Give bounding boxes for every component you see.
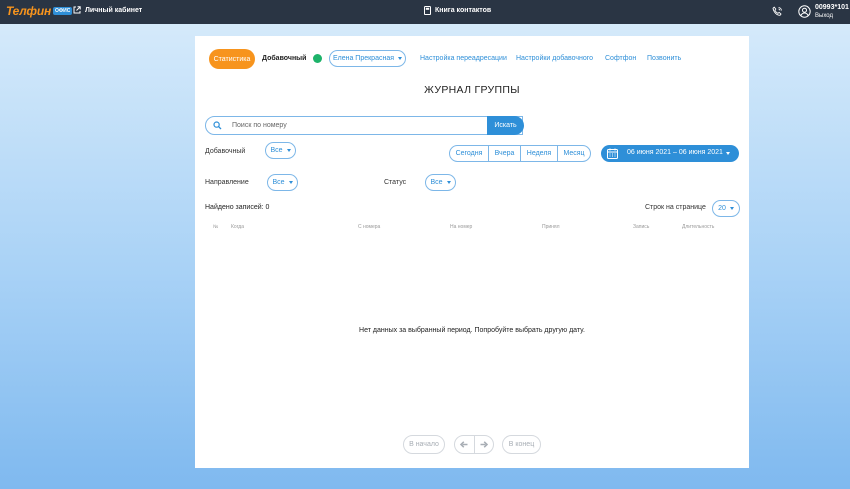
table-header-when: Когда [231, 224, 244, 230]
extension-nav-label: Добавочный [262, 55, 307, 62]
direction-filter-value: Все [272, 179, 285, 186]
tab-statistics[interactable]: Статистика [209, 49, 255, 69]
telfin-logo[interactable]: Телфин ОФИС [6, 4, 73, 18]
main-card: Статистика Добавочный Елена Прекрасная Н… [195, 36, 749, 468]
extension-filter-select[interactable]: Все [265, 142, 296, 159]
chevron-down-icon [286, 149, 291, 152]
direction-filter-label: Направление [205, 179, 249, 186]
chevron-down-icon [398, 57, 403, 60]
direction-filter-select[interactable]: Все [267, 174, 298, 191]
table-header-duration: Длительность [682, 224, 715, 230]
chevron-down-icon [446, 181, 451, 184]
date-range-picker[interactable]: 06 июня 2021 – 06 июня 2021 [601, 145, 739, 162]
user-avatar-icon[interactable] [798, 5, 811, 18]
link-call[interactable]: Позвонить [647, 55, 681, 62]
extension-select[interactable]: Елена Прекрасная [329, 50, 406, 67]
contact-book-label: Книга контактов [435, 7, 492, 14]
table-header-to: На номер [450, 224, 473, 230]
user-id: 00993*101 [815, 4, 849, 11]
extension-filter-value: Все [270, 147, 283, 154]
table-header-from: С номера [358, 224, 381, 230]
phone-icon[interactable] [772, 6, 783, 17]
arrow-left-icon [460, 441, 468, 448]
pagination-last-button[interactable]: В конец [502, 435, 541, 454]
book-icon [424, 6, 431, 15]
calendar-icon [607, 148, 618, 159]
link-forwarding-settings[interactable]: Настройка переадресации [420, 55, 507, 62]
extension-filter-label: Добавочный [205, 148, 246, 155]
search-icon [213, 121, 222, 130]
rows-per-page-label: Строк на странице [645, 204, 706, 211]
pagination-first-button[interactable]: В начало [403, 435, 445, 454]
logo-badge: ОФИС [53, 7, 73, 15]
pagination-arrows [454, 435, 494, 454]
personal-cabinet-link[interactable]: Личный кабинет [73, 6, 142, 14]
search-field[interactable] [205, 116, 523, 135]
table-header-answered: Принял [542, 224, 560, 230]
extension-select-value: Елена Прекрасная [332, 55, 395, 62]
period-month[interactable]: Месяц [557, 145, 591, 162]
period-yesterday[interactable]: Вчера [488, 145, 521, 162]
rows-per-page-value: 20 [718, 205, 726, 212]
rows-per-page-select[interactable]: 20 [712, 200, 740, 217]
logo-text: Телфин [6, 4, 51, 18]
pagination-next-button[interactable] [475, 436, 494, 453]
records-found-count: Найдено записей: 0 [205, 204, 270, 211]
table-header-recording: Запись [633, 224, 650, 230]
online-status-dot [313, 54, 322, 63]
external-link-icon [73, 6, 81, 14]
period-buttons: Сегодня Вчера Неделя Месяц [449, 145, 591, 162]
search-input[interactable] [232, 119, 487, 132]
chevron-down-icon [729, 207, 734, 210]
period-today[interactable]: Сегодня [449, 145, 489, 162]
period-week[interactable]: Неделя [520, 145, 558, 162]
date-range-value: 06 июня 2021 – 06 июня 2021 [627, 149, 723, 156]
table-header-number: № [213, 224, 219, 230]
link-extension-settings[interactable]: Настройки добавочного [516, 55, 593, 62]
chevron-down-icon [726, 152, 730, 155]
logout-link[interactable]: Выход [815, 12, 849, 20]
status-filter-value: Все [430, 179, 443, 186]
search-button[interactable]: Искать [487, 116, 524, 135]
chevron-down-icon [288, 181, 293, 184]
empty-state-message: Нет данных за выбранный период. Попробуй… [359, 327, 585, 334]
arrow-right-icon [480, 441, 488, 448]
top-bar: Телфин ОФИС Личный кабинет Книга контакт… [0, 0, 850, 24]
contact-book-link[interactable]: Книга контактов [424, 6, 491, 15]
status-filter-select[interactable]: Все [425, 174, 456, 191]
pagination-prev-button[interactable] [455, 436, 475, 453]
status-filter-label: Статус [384, 179, 407, 186]
nav-bar: Статистика Добавочный Елена Прекрасная Н… [209, 49, 739, 69]
personal-cabinet-label: Личный кабинет [85, 6, 143, 14]
user-info: 00993*101 Выход [815, 4, 849, 20]
page-title: ЖУРНАЛ ГРУППЫ [424, 84, 520, 96]
link-softphone[interactable]: Софтфон [605, 55, 636, 62]
